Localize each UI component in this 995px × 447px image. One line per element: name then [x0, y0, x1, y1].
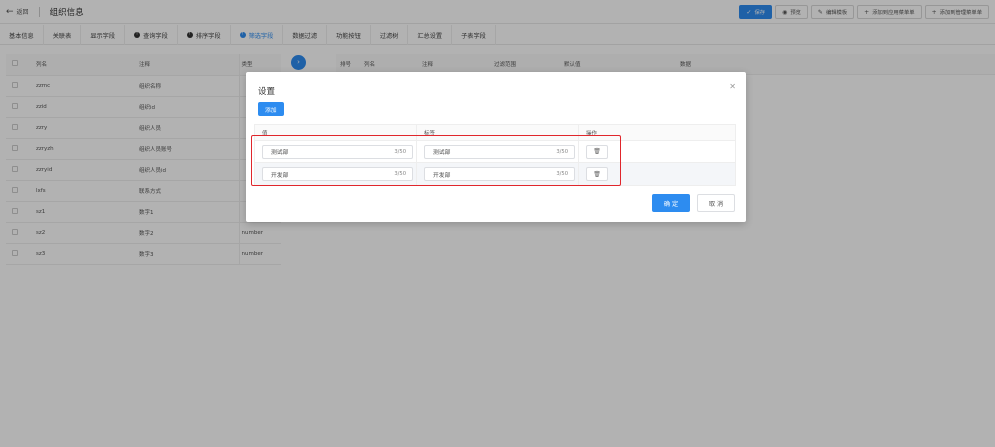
confirm-button[interactable]: 确 定	[652, 194, 690, 212]
modal-mask[interactable]	[0, 0, 995, 447]
add-button[interactable]: 添加	[258, 102, 284, 116]
close-icon[interactable]: ✕	[729, 82, 736, 91]
cancel-button[interactable]: 取 消	[697, 194, 735, 212]
modal-title: 设置	[258, 87, 276, 97]
highlight-box	[251, 135, 621, 186]
